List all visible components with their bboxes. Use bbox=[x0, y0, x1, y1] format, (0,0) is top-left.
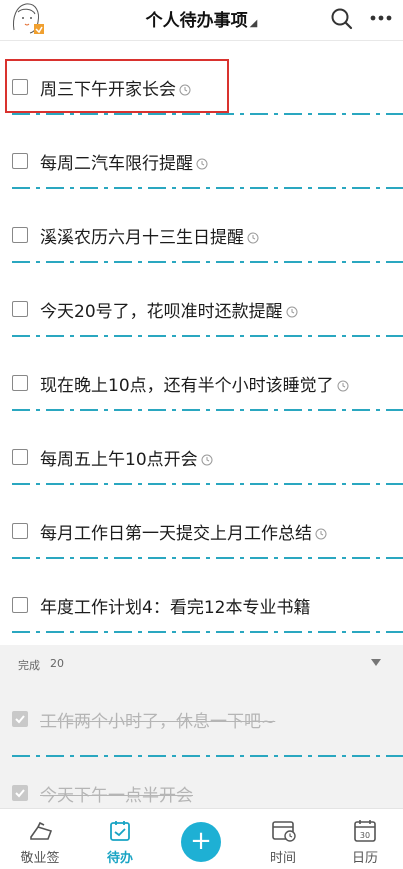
task-checkbox[interactable] bbox=[12, 523, 28, 539]
completed-item[interactable]: 工作两个小时了，休息一下吧~ bbox=[0, 683, 403, 757]
more-dots-icon[interactable] bbox=[368, 8, 396, 28]
highlight-box bbox=[5, 59, 229, 113]
task-row[interactable]: 年度工作计划4：看完12本专业书籍 bbox=[0, 559, 403, 633]
task-label: 年度工作计划4：看完12本专业书籍 bbox=[40, 598, 311, 618]
task-row[interactable]: 现在晚上10点，还有半个小时该睡觉了 bbox=[0, 337, 403, 411]
title-caret-icon: ◢ bbox=[249, 18, 258, 29]
task-label: 今天20号了，花呗准时还款提醒 bbox=[40, 302, 283, 322]
task-label: 每月工作日第一天提交上月工作总结 bbox=[40, 524, 312, 544]
task-text: 现在晚上10点，还有半个小时该睡觉了 bbox=[40, 371, 349, 396]
nav-label-calendar: 日历 bbox=[351, 851, 378, 866]
clock-icon bbox=[247, 232, 259, 244]
note-icon bbox=[30, 821, 53, 840]
todo-list: 周三下午开家长会 每周二汽车限行提醒 溪溪农历六月十三生日提醒 今天20号了，花呗准时… bbox=[0, 41, 403, 633]
completed-item-text: 今天下午一点半开会 bbox=[40, 786, 193, 806]
nav-label-time: 时间 bbox=[269, 851, 296, 866]
task-checkbox[interactable] bbox=[12, 227, 28, 243]
add-icon: + bbox=[190, 826, 212, 856]
calendar-day-number: 30 bbox=[360, 831, 370, 840]
task-text: 每周二汽车限行提醒 bbox=[40, 149, 208, 174]
time-icon bbox=[272, 821, 296, 842]
task-row[interactable]: 今天20号了，花呗准时还款提醒 bbox=[0, 263, 403, 337]
task-label: 现在晚上10点，还有半个小时该睡觉了 bbox=[40, 376, 334, 396]
task-text: 溪溪农历六月十三生日提醒 bbox=[40, 223, 259, 248]
nav-label-note: 敬业签 bbox=[20, 851, 60, 866]
clock-icon bbox=[337, 380, 349, 392]
task-row[interactable]: 溪溪农历六月十三生日提醒 bbox=[0, 189, 403, 263]
calendar-icon: 30 bbox=[354, 820, 376, 842]
task-checkbox[interactable] bbox=[12, 449, 28, 465]
task-label: 溪溪农历六月十三生日提醒 bbox=[40, 228, 244, 248]
task-row[interactable]: 每月工作日第一天提交上月工作总结 bbox=[0, 485, 403, 559]
chevron-down-icon[interactable] bbox=[371, 659, 381, 667]
nav-item-note[interactable]: 敬业签 bbox=[0, 809, 80, 869]
task-row[interactable]: 每周五上午10点开会 bbox=[0, 411, 403, 485]
task-checkbox[interactable] bbox=[12, 375, 28, 391]
completed-label: 完成 bbox=[18, 659, 40, 672]
task-checkbox[interactable] bbox=[12, 597, 28, 613]
clock-icon bbox=[315, 528, 327, 540]
bottom-nav: 敬业签 待办 + 时间 30 日历 bbox=[0, 808, 403, 869]
checked-checkbox[interactable] bbox=[12, 785, 28, 801]
task-checkbox[interactable] bbox=[12, 153, 28, 169]
search-icon[interactable] bbox=[330, 7, 354, 31]
clock-icon bbox=[286, 306, 298, 318]
task-text: 年度工作计划4：看完12本专业书籍 bbox=[40, 593, 310, 618]
nav-label-todo: 待办 bbox=[106, 851, 133, 866]
task-label: 每周五上午10点开会 bbox=[40, 450, 198, 470]
page-title-text: 个人待办事项 bbox=[145, 11, 248, 31]
clock-icon bbox=[201, 454, 213, 466]
task-row[interactable]: 每周二汽车限行提醒 bbox=[0, 115, 403, 189]
task-label: 每周二汽车限行提醒 bbox=[40, 154, 193, 174]
task-text: 每月工作日第一天提交上月工作总结 bbox=[40, 519, 327, 544]
task-checkbox[interactable] bbox=[12, 301, 28, 317]
add-button[interactable]: + bbox=[181, 822, 221, 862]
completed-item-text: 工作两个小时了，休息一下吧~ bbox=[40, 712, 276, 732]
checked-checkbox[interactable] bbox=[12, 711, 28, 727]
nav-item-calendar[interactable]: 30 日历 bbox=[325, 809, 403, 869]
nav-item-todo[interactable]: 待办 bbox=[80, 809, 160, 869]
dashed-divider bbox=[12, 631, 403, 633]
todo-icon bbox=[110, 821, 130, 841]
clock-icon bbox=[196, 158, 208, 170]
completed-section-header[interactable]: 完成 20 bbox=[0, 645, 403, 683]
task-text: 每周五上午10点开会 bbox=[40, 445, 213, 470]
task-text: 今天20号了，花呗准时还款提醒 bbox=[40, 297, 298, 322]
app-header: 个人待办事项 ◢ bbox=[0, 0, 403, 40]
nav-item-time[interactable]: 时间 bbox=[243, 809, 323, 869]
completed-count: 20 bbox=[50, 657, 64, 670]
